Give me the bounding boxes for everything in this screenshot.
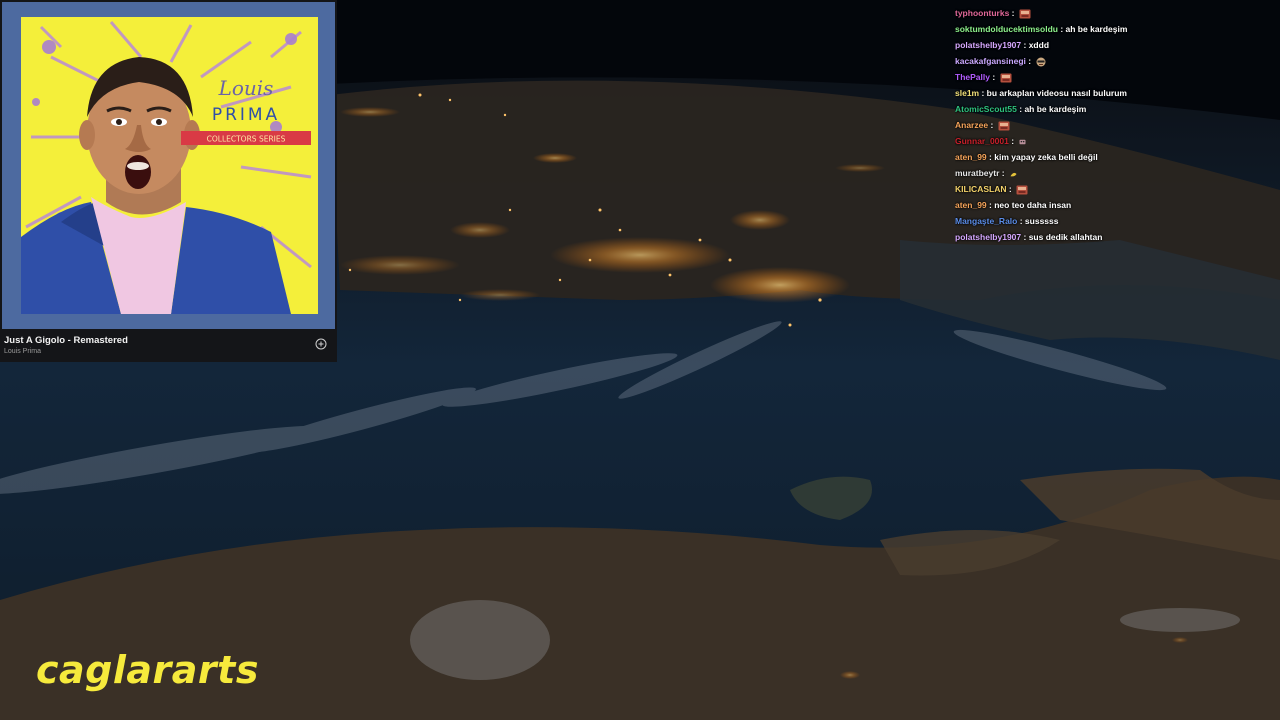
chat-separator: : [1009, 8, 1017, 18]
chat-message: kacakafgansinegi : [955, 54, 1047, 69]
chat-message: typhoonturks : [955, 6, 1031, 21]
chat-separator: : [1008, 136, 1017, 146]
chat-username[interactable]: muratbeytr [955, 168, 999, 178]
chat-message: aten_99 : kim yapay zeka belli değil [955, 150, 1098, 165]
chat-separator: : [999, 168, 1007, 178]
chat-message: polatshelby1907 : sus dedik allahtan [955, 230, 1102, 245]
chat-text: susssss [1024, 216, 1059, 226]
chat-username[interactable]: kacakafgansinegi [955, 56, 1026, 66]
chat-username[interactable]: aten_99 [955, 200, 987, 210]
emote-icon [1019, 9, 1031, 19]
chat-username[interactable]: Anarzee [955, 120, 988, 130]
chat-separator: : [1017, 216, 1025, 226]
chat-text: kim yapay zeka belli değil [994, 152, 1098, 162]
chat-overlay: typhoonturks : soktumdolducektimsoldu : … [955, 0, 1275, 250]
chat-message: Mangaşte_Ralo : susssss [955, 214, 1058, 229]
chat-message: Gunnar_0001 : [955, 134, 1027, 149]
chat-message: KILICASLAN : [955, 182, 1028, 197]
emote-icon [1016, 185, 1028, 195]
track-title: Just A Gigolo - Remastered [4, 335, 128, 346]
now-playing-card: Louis PRIMA COLLECTORS SERIES Just A Gig… [0, 0, 337, 362]
chat-username[interactable]: AtomicScout55 [955, 104, 1017, 114]
album-art-frame: Louis PRIMA COLLECTORS SERIES [2, 2, 335, 329]
chat-username[interactable]: sle1m [955, 88, 979, 98]
chat-text: xddd [1028, 40, 1050, 50]
chat-message: soktumdolducektimsoldu : ah be kardeşim [955, 22, 1127, 37]
album-cover-image: Louis PRIMA COLLECTORS SERIES [21, 17, 318, 314]
album-logo-prima: PRIMA [212, 105, 280, 125]
track-artist: Louis Prima [4, 348, 41, 355]
chat-separator: : [1057, 24, 1066, 34]
chat-separator: : [1025, 56, 1034, 66]
chat-username[interactable]: Mangaşte_Ralo [955, 216, 1017, 226]
chat-message: sle1m : bu arkaplan videosu nasıl buluru… [955, 86, 1127, 101]
yellow-emote-icon [1010, 172, 1017, 177]
small-emote-icon [1019, 139, 1026, 144]
chat-separator: : [979, 88, 987, 98]
chat-separator: : [989, 72, 998, 82]
chat-text: ah be kardeşim [1024, 104, 1087, 114]
chat-separator: : [1021, 232, 1029, 242]
chat-text: neo teo daha insan [994, 200, 1072, 210]
chat-message: aten_99 : neo teo daha insan [955, 198, 1071, 213]
chat-text: ah be kardeşim [1065, 24, 1128, 34]
face-emote-icon [1036, 57, 1046, 67]
chat-text: sus dedik allahtan [1028, 232, 1103, 242]
album-logo-series: COLLECTORS SERIES [207, 135, 286, 144]
chat-username[interactable]: aten_99 [955, 152, 987, 162]
watermark-logo: caglararts [36, 648, 259, 692]
plus-circle-icon[interactable] [315, 338, 327, 350]
chat-username[interactable]: polatshelby1907 [955, 40, 1021, 50]
chat-message: Anarzee : [955, 118, 1010, 133]
emote-icon [998, 121, 1010, 131]
chat-message: muratbeytr : [955, 166, 1018, 181]
chat-separator: : [988, 120, 996, 130]
chat-username[interactable]: polatshelby1907 [955, 232, 1021, 242]
album-art: Louis PRIMA COLLECTORS SERIES [21, 17, 318, 314]
chat-message: polatshelby1907 : xddd [955, 38, 1049, 53]
chat-username[interactable]: soktumdolducektimsoldu [955, 24, 1058, 34]
chat-separator: : [1006, 184, 1015, 194]
chat-text: bu arkaplan videosu nasıl bulurum [986, 88, 1127, 98]
album-logo-louis: Louis [218, 76, 274, 100]
chat-username[interactable]: ThePally [955, 72, 990, 82]
chat-message: ThePally : [955, 70, 1012, 85]
chat-username[interactable]: Gunnar_0001 [955, 136, 1009, 146]
chat-message: AtomicScout55 : ah be kardeşim [955, 102, 1086, 117]
chat-username[interactable]: KILICASLAN [955, 184, 1006, 194]
chat-username[interactable]: typhoonturks [955, 8, 1009, 18]
emote-icon [1000, 73, 1012, 83]
chat-separator: : [1021, 40, 1029, 50]
